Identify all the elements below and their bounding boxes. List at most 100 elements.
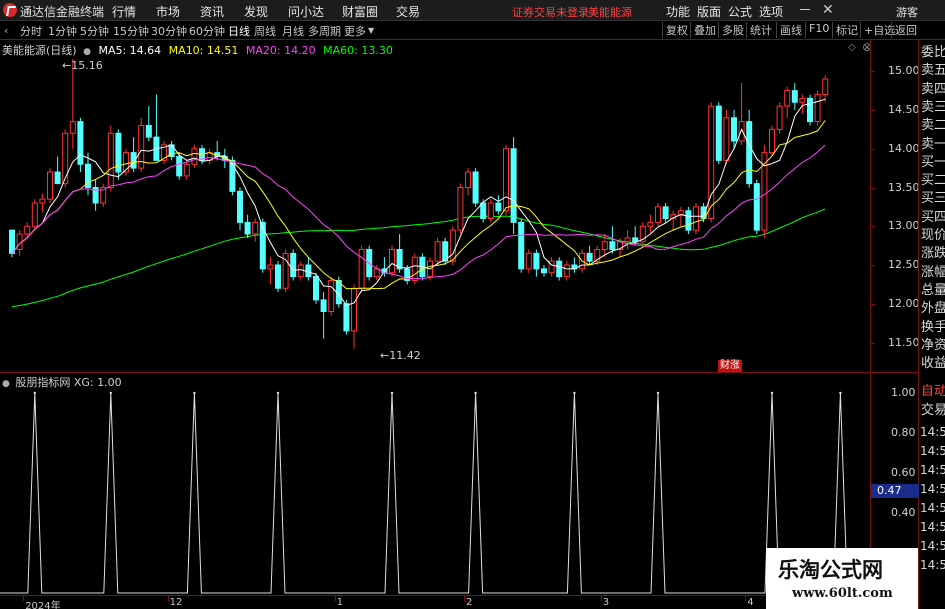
menu-item-news[interactable]: 资讯	[200, 3, 224, 20]
tab-30min[interactable]: 30分钟	[151, 23, 187, 39]
back-button[interactable]: 返回	[891, 22, 917, 38]
candle-body-down[interactable]	[275, 264, 281, 289]
side-item[interactable]: 卖五	[921, 62, 945, 80]
candle-body-up[interactable]	[776, 105, 783, 130]
draw-line-button[interactable]: 画线	[776, 22, 802, 38]
side-item[interactable]: 卖一	[921, 136, 945, 154]
candle-body-down[interactable]	[518, 221, 525, 270]
candle-body-up[interactable]	[503, 148, 509, 212]
candle-body-down[interactable]	[556, 260, 563, 278]
minimize-icon[interactable]	[800, 9, 810, 10]
candle-body-down[interactable]	[791, 90, 798, 103]
circle-toggle-icon[interactable]: ●	[83, 47, 91, 57]
candle-body-down[interactable]	[510, 148, 517, 223]
diamond-settings-icon[interactable]: ◇	[848, 42, 856, 53]
side-item[interactable]: 收益	[921, 355, 945, 373]
candle-body-down[interactable]	[685, 210, 692, 231]
candle-body-down[interactable]	[746, 121, 753, 185]
side-item[interactable]: 14:56	[920, 537, 945, 555]
xg-signal-peak[interactable]	[770, 391, 774, 395]
menu-item-markets[interactable]: 市场	[156, 3, 180, 20]
side-item[interactable]: 卖三	[921, 99, 945, 117]
candle-body-up[interactable]	[191, 148, 198, 165]
indicator-panel[interactable]: ● 股朋指标网 XG: 1.00	[0, 373, 870, 595]
menu-item-discover[interactable]: 发现	[244, 3, 268, 20]
candle-body-up[interactable]	[389, 249, 395, 274]
candle-body-down[interactable]	[715, 105, 722, 161]
side-item[interactable]: 卖二	[921, 117, 945, 135]
candle-body-down[interactable]	[731, 117, 737, 142]
formula-button[interactable]: 公式	[728, 3, 752, 20]
side-item[interactable]: 涨幅	[921, 264, 945, 282]
overlay-button[interactable]: 叠加	[690, 22, 716, 38]
candle-body-down[interactable]	[290, 252, 297, 278]
adjust-button[interactable]: 复权	[662, 22, 688, 38]
tab-60min[interactable]: 60分钟	[189, 23, 225, 39]
candle-body-down[interactable]	[320, 299, 327, 312]
side-item[interactable]: 涨跌	[921, 245, 945, 263]
candle-body-down[interactable]	[313, 276, 319, 301]
candle-body-up[interactable]	[267, 264, 274, 270]
tab-5min[interactable]: 5分钟	[80, 23, 109, 39]
side-item[interactable]: 买一	[921, 154, 945, 172]
function-button[interactable]: 功能	[666, 3, 690, 20]
candle-body-down[interactable]	[237, 190, 243, 223]
price-chart-panel[interactable]: 美能能源(日线) ● MA5: 14.64 MA10: 14.51 MA20: …	[0, 40, 872, 372]
candle-body-down[interactable]	[54, 171, 61, 185]
menu-item-ask[interactable]: 问小达	[288, 3, 324, 20]
candle-body-down[interactable]	[472, 171, 479, 204]
side-item[interactable]: 14:56	[920, 518, 945, 536]
tab-more[interactable]: 更多	[344, 23, 366, 39]
side-item[interactable]: 14:56	[920, 423, 945, 441]
candle-body-up[interactable]	[39, 198, 46, 204]
candle-body-up[interactable]	[624, 237, 631, 243]
side-item[interactable]: 净资	[921, 337, 945, 355]
candlestick-chart[interactable]	[0, 40, 870, 372]
candle-body-up[interactable]	[769, 128, 775, 154]
xg-signal-peak[interactable]	[656, 391, 660, 395]
xg-signal-peak[interactable]	[390, 391, 394, 395]
candle-body-up[interactable]	[47, 171, 53, 200]
tab-15min[interactable]: 15分钟	[113, 23, 149, 39]
side-item[interactable]: 14:56	[920, 480, 945, 498]
tab-daily[interactable]: 日线	[228, 23, 250, 39]
candle-body-up[interactable]	[183, 163, 190, 177]
candle-body-down[interactable]	[343, 303, 350, 332]
side-item[interactable]: 卖四	[921, 81, 945, 99]
candle-body-up[interactable]	[723, 117, 730, 161]
candle-body-down[interactable]	[541, 268, 547, 274]
tab-multi-period[interactable]: 多周期	[308, 23, 341, 39]
side-item[interactable]: 14:56	[920, 442, 945, 460]
side-item[interactable]: 买三	[921, 190, 945, 208]
news-badge[interactable]: 财涨	[718, 360, 742, 372]
candle-body-up[interactable]	[449, 229, 456, 262]
tab-timeshare[interactable]: 分时	[20, 23, 42, 39]
side-item[interactable]: 总量	[921, 282, 945, 300]
candle-body-up[interactable]	[457, 187, 464, 231]
tab-weekly[interactable]: 周线	[254, 23, 276, 39]
candle-body-down[interactable]	[662, 206, 669, 219]
side-item[interactable]: 委比	[921, 44, 945, 62]
xg-signal-peak[interactable]	[474, 391, 477, 395]
circle-toggle-icon[interactable]: ●	[2, 379, 10, 389]
candle-body-down[interactable]	[176, 156, 183, 177]
candle-body-up[interactable]	[62, 132, 69, 185]
multi-stock-button[interactable]: 多股	[718, 22, 744, 38]
side-item[interactable]: 现价	[921, 227, 945, 245]
mark-button[interactable]: 标记	[832, 22, 858, 38]
tab-monthly[interactable]: 月线	[282, 23, 304, 39]
candle-body-up[interactable]	[693, 206, 699, 231]
tab-1min[interactable]: 1分钟	[48, 23, 77, 39]
candle-body-up[interactable]	[799, 97, 806, 103]
candle-body-up[interactable]	[563, 264, 570, 278]
candle-body-down[interactable]	[77, 121, 84, 165]
candle-body-up[interactable]	[465, 171, 471, 188]
indicator-chart[interactable]	[0, 373, 870, 595]
candle-body-up[interactable]	[31, 202, 38, 227]
candle-body-down[interactable]	[9, 229, 15, 254]
candle-body-up[interactable]	[601, 241, 608, 250]
candle-body-down[interactable]	[753, 183, 760, 231]
f10-button[interactable]: F10	[805, 22, 829, 38]
candle-body-up[interactable]	[351, 287, 357, 332]
candle-body-up[interactable]	[655, 206, 661, 223]
